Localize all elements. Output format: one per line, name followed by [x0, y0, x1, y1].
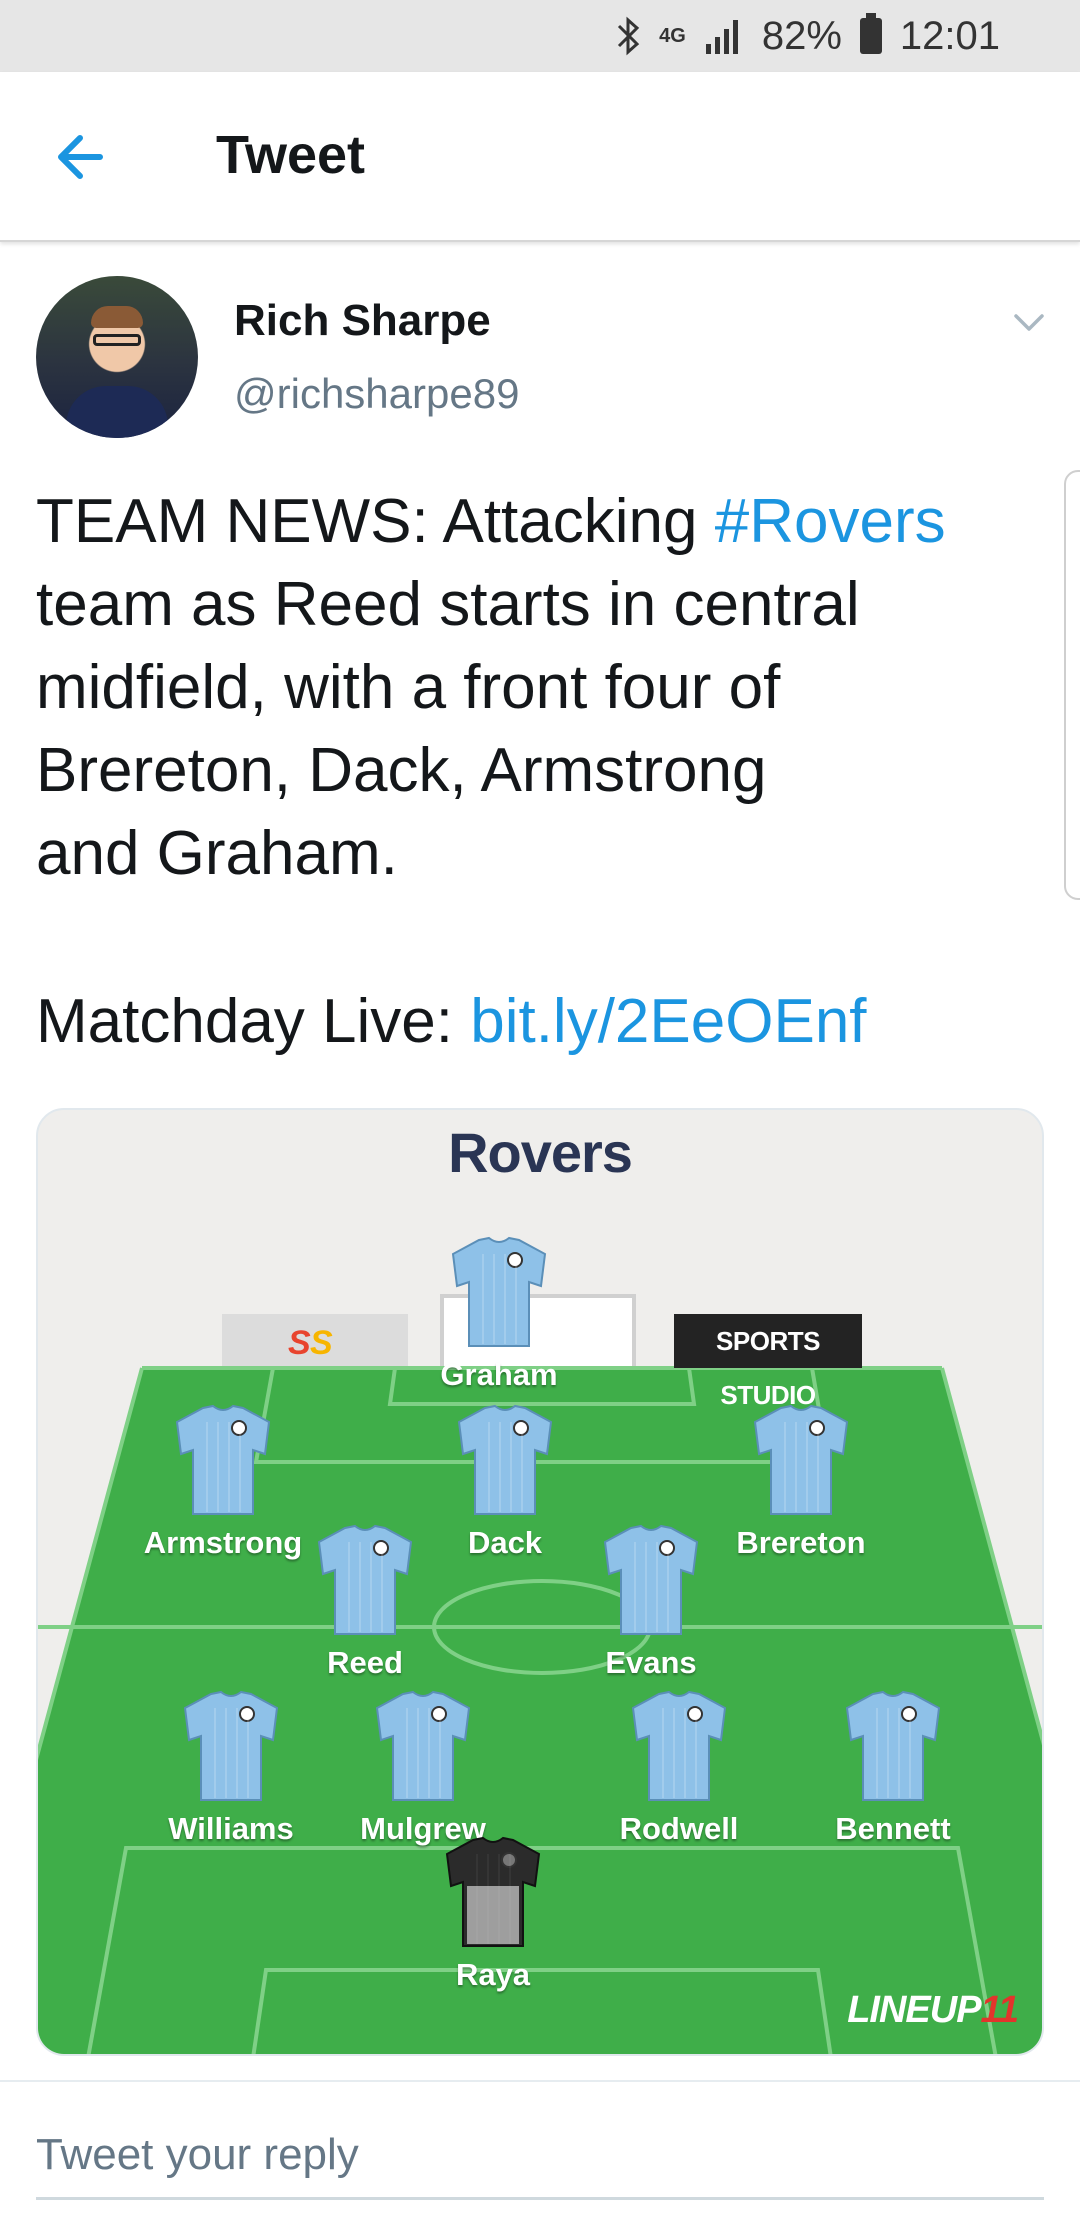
sponsor-logo: SS: [222, 1314, 408, 1366]
status-bar: 4G 82% 12:01: [0, 0, 1080, 72]
player-raya: Raya: [398, 1834, 588, 1993]
lineup-image[interactable]: Rovers SS SPORTS STUDIO Graham Armstrong…: [36, 1108, 1044, 2056]
lineup-title: Rovers: [448, 1121, 633, 1184]
shirt-icon: [845, 1690, 941, 1801]
author-handle[interactable]: @richsharpe89: [234, 370, 519, 418]
matchday-link[interactable]: bit.ly/2EeOEnf: [470, 987, 866, 1056]
page-title: Tweet: [216, 125, 366, 185]
back-arrow-icon: [58, 135, 103, 179]
player-bennett: Bennett: [798, 1688, 988, 1847]
tweet-options-button[interactable]: [1010, 304, 1048, 342]
author-name[interactable]: Rich Sharpe: [234, 296, 491, 346]
shirt-icon: [631, 1690, 727, 1801]
shirt-icon: [603, 1524, 699, 1635]
scrollbar[interactable]: [1064, 470, 1080, 900]
player-rodwell: Rodwell: [584, 1688, 774, 1847]
chevron-down-icon: [1014, 314, 1044, 331]
signal-icon: [704, 16, 744, 56]
shirt-icon: [175, 1404, 271, 1515]
tweet-line: and Graham.: [36, 819, 398, 888]
reply-bar: Tweet your reply: [0, 2080, 1080, 2220]
shirt-icon: [457, 1404, 553, 1515]
player-label: Graham: [440, 1357, 558, 1392]
player-label: Rodwell: [619, 1811, 739, 1846]
network-indicator: 4G: [659, 24, 686, 47]
tweet-text: TEAM NEWS: Attacking #Rovers team as Ree…: [36, 480, 1026, 895]
player-evans: Evans: [556, 1522, 746, 1681]
hashtag-link[interactable]: #Rovers: [715, 487, 946, 556]
battery-level: 82%: [761, 13, 842, 58]
matchday-line: Matchday Live: bit.ly/2EeOEnf: [36, 980, 867, 1063]
shirt-icon: [183, 1690, 279, 1801]
shirt-icon: [317, 1524, 413, 1635]
player-label: Williams: [168, 1811, 294, 1846]
player-label: Bennett: [835, 1811, 951, 1846]
shirt-icon: [451, 1236, 547, 1347]
brand-accent: 11: [980, 1989, 1019, 2031]
shirt-icon: [753, 1404, 849, 1515]
tweet-line: team as Reed starts in central: [36, 570, 860, 639]
tweet-text-segment: TEAM NEWS: Attacking: [36, 487, 715, 556]
clock: 12:01: [899, 13, 1000, 58]
sponsor-banner: SPORTS STUDIO: [674, 1314, 862, 1410]
matchday-label: Matchday Live:: [36, 987, 471, 1056]
player-label: Raya: [455, 1957, 531, 1992]
player-mulgrew: Mulgrew: [328, 1688, 518, 1847]
tweet-line: TEAM NEWS: Attacking #Rovers: [36, 480, 1026, 563]
shirt-icon: [375, 1690, 471, 1801]
goalkeeper-shirt-icon: [445, 1836, 541, 1947]
avatar[interactable]: [36, 276, 198, 438]
reply-input[interactable]: Tweet your reply: [36, 2130, 1044, 2200]
bluetooth-icon: [615, 16, 641, 56]
player-label: Reed: [327, 1645, 403, 1680]
back-button[interactable]: [48, 122, 118, 192]
tweet-line: midfield, with a front four of: [36, 653, 781, 722]
player-williams: Williams: [136, 1688, 326, 1847]
player-reed: Reed: [270, 1522, 460, 1681]
app-bar: Tweet: [0, 72, 1080, 242]
player-label: Evans: [605, 1645, 697, 1680]
lineup-brand-logo: LINEUP11: [847, 1989, 1019, 2032]
tweet-line: Brereton, Dack, Armstrong: [36, 736, 767, 805]
player-graham: Graham: [404, 1234, 594, 1393]
battery-icon: [859, 13, 882, 54]
brand-text: LINEUP: [847, 1989, 981, 2031]
